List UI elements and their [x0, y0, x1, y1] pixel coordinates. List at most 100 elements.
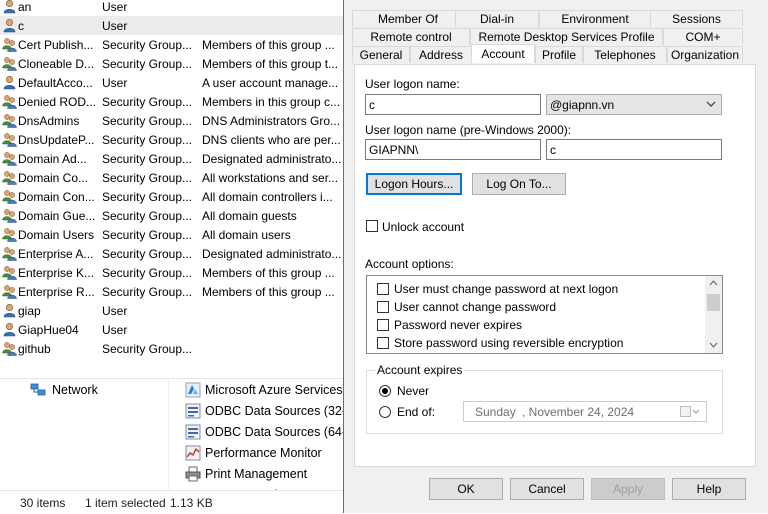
file-item-label: Performance Monitor [205, 446, 322, 460]
account-option[interactable]: Store password using reversible encrypti… [377, 334, 623, 351]
scroll-up-icon[interactable] [709, 280, 718, 286]
option-label: User must change password at next logon [394, 281, 619, 296]
status-item-count: 30 items [20, 496, 66, 510]
tab-account[interactable]: Account [471, 44, 535, 63]
account-options-label: Account options: [365, 257, 454, 271]
account-option[interactable]: Password never expires [377, 316, 522, 333]
user-icon [2, 0, 17, 14]
scroll-thumb[interactable] [707, 294, 720, 311]
cancel-button[interactable]: Cancel [510, 478, 584, 500]
logon-name-input[interactable]: c [365, 94, 541, 115]
item-description: All domain guests [202, 208, 297, 223]
unlock-account-checkbox[interactable] [366, 220, 378, 232]
apply-button[interactable]: Apply [591, 478, 665, 500]
account-option[interactable]: User cannot change password [377, 298, 556, 315]
item-type: Security Group... [102, 341, 193, 356]
list-item[interactable]: Domain Users Security Group... All domain … [0, 225, 345, 244]
file-item[interactable]: Print Management [185, 464, 307, 484]
pre2000-name-input[interactable]: c [546, 139, 722, 160]
help-button[interactable]: Help [672, 478, 746, 500]
tab-member-of[interactable]: Member Of [352, 10, 464, 27]
group-icon [2, 208, 17, 223]
nav-item-label: Network [52, 383, 98, 397]
scroll-down-icon[interactable] [709, 342, 718, 348]
odbc-icon [185, 403, 201, 419]
list-item[interactable]: Enterprise K... Security Group... Members … [0, 263, 345, 282]
ok-button[interactable]: OK [429, 478, 503, 500]
file-item[interactable]: Microsoft Azure Services [185, 380, 343, 400]
tab-environment[interactable]: Environment [539, 10, 651, 27]
account-options-list[interactable]: User must change password at next logon U… [366, 275, 723, 354]
tab-sessions[interactable]: Sessions [650, 10, 743, 27]
list-item[interactable]: c User [0, 16, 345, 35]
item-type: Security Group... [102, 189, 193, 204]
file-item[interactable]: ODBC Data Sources (64-bit) [185, 422, 345, 442]
list-item[interactable]: Enterprise A... Security Group... Designat… [0, 244, 345, 263]
user-properties-dialog: Member Of Dial-in Environment Sessions R… [343, 0, 768, 513]
item-description: Members of this group ... [202, 37, 335, 52]
list-item[interactable]: DefaultAcco... User A user account manage.… [0, 73, 345, 92]
end-of-date-picker[interactable]: Sunday , November 24, 2024 [463, 401, 707, 422]
option-checkbox[interactable] [377, 336, 389, 349]
end-of-radio[interactable] [379, 406, 391, 418]
file-item[interactable]: ODBC Data Sources (32-bit) [185, 401, 345, 421]
ad-object-list: an User c User Cert Publish... Security Group… [0, 0, 345, 356]
tab-telephones[interactable]: Telephones [583, 46, 667, 63]
list-item[interactable]: DnsUpdateP... Security Group... DNS client… [0, 130, 345, 149]
item-type: Security Group... [102, 246, 193, 261]
list-item[interactable]: Cert Publish... Security Group... Members … [0, 35, 345, 54]
item-description: Designated administrato... [202, 151, 342, 166]
group-icon [2, 265, 17, 280]
option-checkbox[interactable] [377, 300, 389, 313]
list-item[interactable]: Domain Con... Security Group... All domain… [0, 187, 345, 206]
tab-rds-profile[interactable]: Remote Desktop Services Profile [470, 28, 663, 45]
list-item[interactable]: Denied ROD... Security Group... Members in… [0, 92, 345, 111]
account-option[interactable]: User must change password at next logon [377, 280, 618, 297]
group-icon [2, 37, 17, 52]
list-item[interactable]: Domain Co... Security Group... All worksta… [0, 168, 345, 187]
tab-remote-control[interactable]: Remote control [352, 28, 470, 45]
navigation-pane: Network [8, 379, 169, 491]
group-icon [2, 227, 17, 242]
item-name: DefaultAcco... [18, 75, 93, 90]
group-icon [2, 170, 17, 185]
logon-hours-button[interactable]: Logon Hours... [366, 173, 462, 195]
item-name: Domain Ad... [18, 151, 87, 166]
list-item[interactable]: Cloneable D... Security Group... Members o… [0, 54, 345, 73]
file-item-label: Microsoft Azure Services [205, 383, 343, 397]
list-item[interactable]: github Security Group... [0, 339, 345, 356]
list-item[interactable]: Domain Gue... Security Group... All domain… [0, 206, 345, 225]
group-icon [2, 246, 17, 261]
tab-general[interactable]: General [352, 46, 410, 63]
tab-dial-in[interactable]: Dial-in [455, 10, 539, 27]
tab-com-plus[interactable]: COM+ [663, 28, 743, 45]
upn-suffix-value: @giapnn.vn [550, 98, 615, 112]
upn-suffix-select[interactable]: @giapnn.vn [546, 94, 722, 115]
item-name: GiapHue04 [18, 322, 79, 337]
options-scrollbar[interactable] [705, 276, 722, 353]
item-description: DNS clients who are per... [202, 132, 341, 147]
list-item[interactable]: an User [0, 0, 345, 16]
item-type: Security Group... [102, 37, 193, 52]
list-item[interactable]: giap User [0, 301, 345, 320]
account-expires-label: Account expires [375, 363, 465, 377]
file-item[interactable]: Performance Monitor [185, 443, 322, 463]
list-item[interactable]: GiapHue04 User [0, 320, 345, 339]
tab-profile[interactable]: Profile [535, 46, 583, 63]
tab-address[interactable]: Address [410, 46, 472, 63]
calendar-dropdown-icon[interactable] [680, 406, 702, 417]
log-on-to-button[interactable]: Log On To... [472, 173, 566, 195]
list-item[interactable]: Enterprise R... Security Group... Members … [0, 282, 345, 301]
never-radio[interactable] [379, 385, 391, 397]
list-item[interactable]: DnsAdmins Security Group... DNS Administra… [0, 111, 345, 130]
item-type: Security Group... [102, 56, 193, 71]
tab-organization[interactable]: Organization [667, 46, 743, 63]
nav-item-network[interactable]: Network [30, 383, 98, 397]
tab-row-2: Remote control Remote Desktop Services P… [344, 28, 768, 46]
list-item[interactable]: Domain Ad... Security Group... Designated … [0, 149, 345, 168]
option-label: Password never expires [394, 317, 523, 332]
option-checkbox[interactable] [377, 282, 389, 295]
item-type: Security Group... [102, 284, 193, 299]
option-checkbox[interactable] [377, 318, 389, 331]
item-description: All workstations and ser... [202, 170, 339, 185]
